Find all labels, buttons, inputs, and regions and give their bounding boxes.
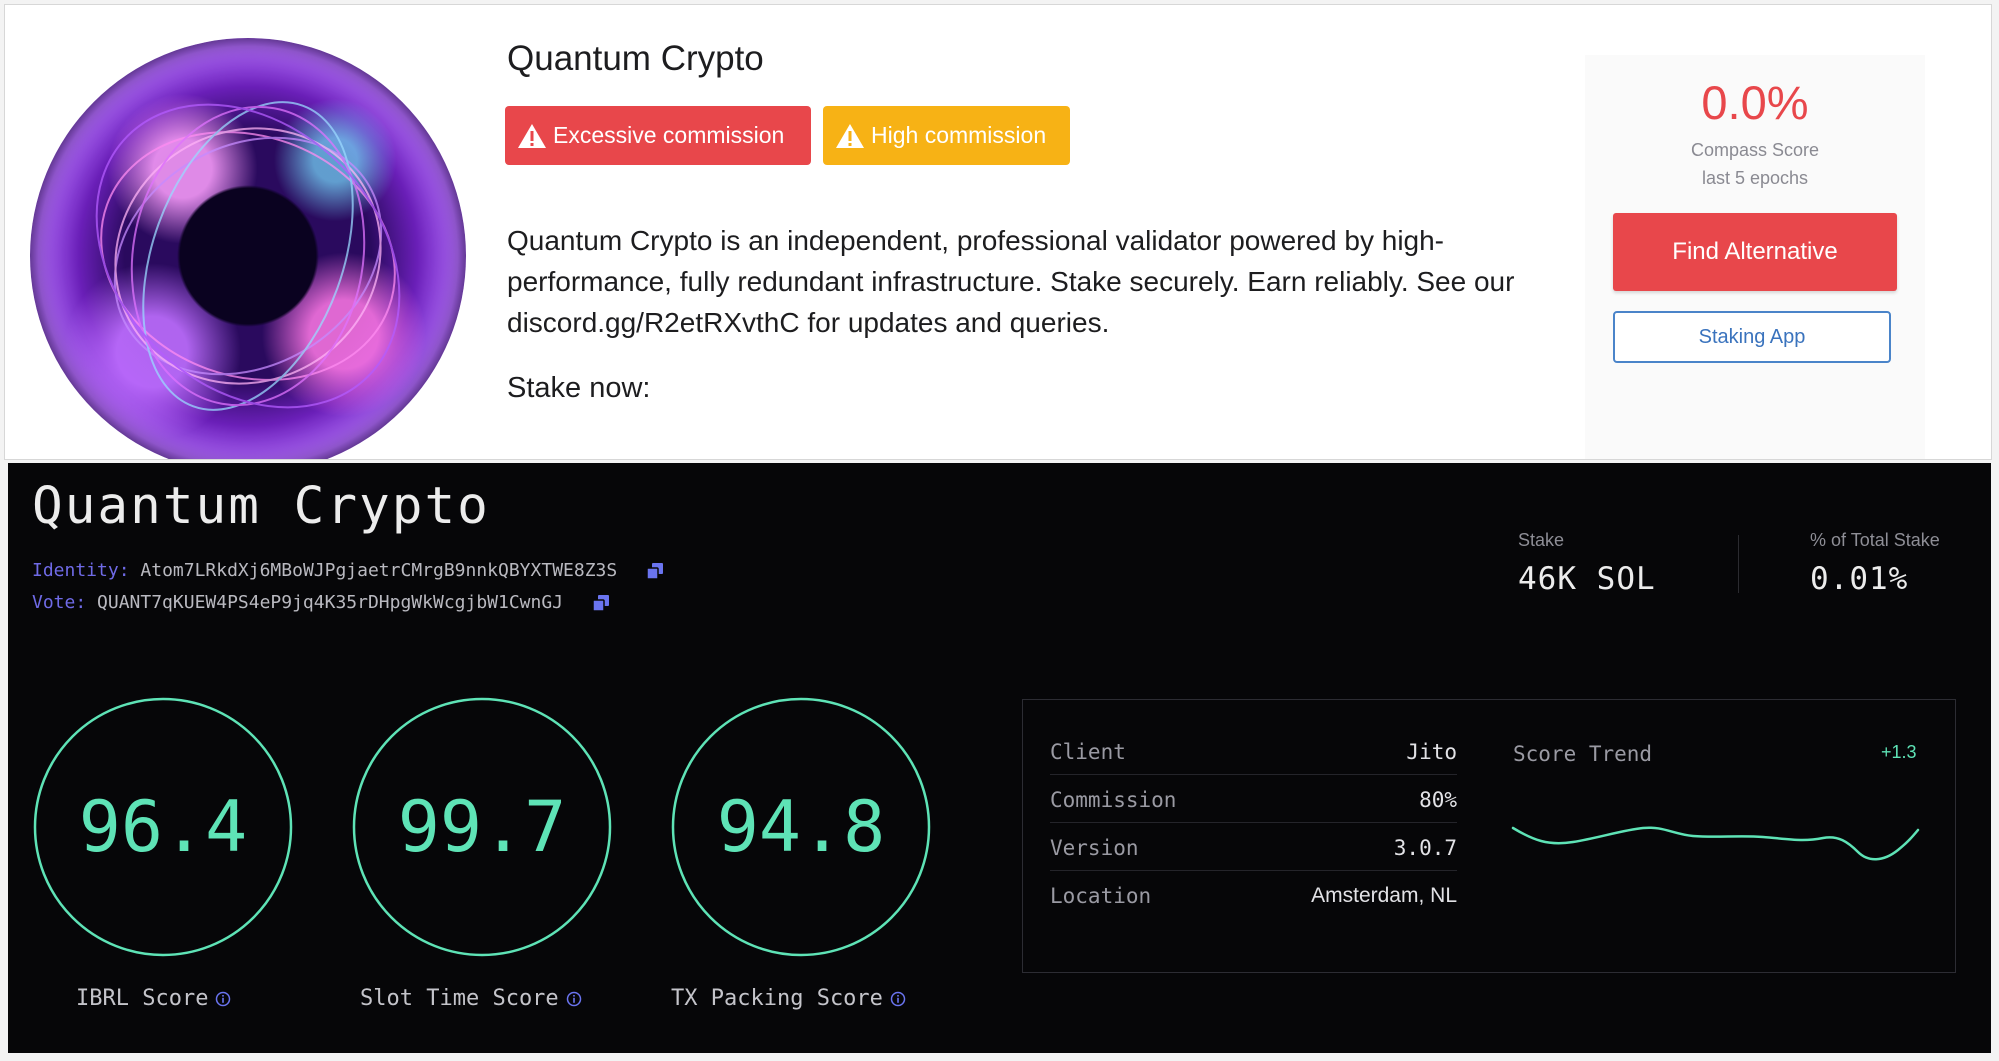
tx-packing-score-gauge: 94.8	[670, 696, 932, 958]
info-icon[interactable]	[566, 991, 582, 1007]
staking-app-button[interactable]: Staking App	[1613, 311, 1891, 363]
detail-row-commission: Commission 80%	[1050, 775, 1457, 823]
find-alternative-button[interactable]: Find Alternative	[1613, 213, 1897, 291]
validator-details-panel: Client Jito Commission 80% Version 3.0.7…	[1022, 699, 1956, 973]
identity-row: Identity: Atom7LRkdXj6MBoWJPgjaetrCMrgB9…	[32, 560, 664, 581]
stake-label: Stake	[1518, 530, 1565, 550]
stake-value: 46K SOL	[1518, 561, 1656, 597]
copy-icon[interactable]	[646, 562, 664, 580]
score-trend-title: Score Trend	[1513, 742, 1653, 766]
vote-row: Vote: QUANT7qKUEW4PS4eP9jq4K35rDHpgWkWcg…	[32, 592, 610, 613]
validator-name-dark: Quantum Crypto	[32, 477, 490, 536]
badge-label: High commission	[871, 122, 1047, 148]
tx-packing-score-value: 94.8	[716, 786, 886, 868]
total-stake-stat: % of Total Stake 0.01%	[1810, 530, 1940, 597]
compass-score-value: 0.0%	[1701, 76, 1809, 129]
ibrl-score-label: IBRL Score	[76, 986, 209, 1011]
detail-value: 3.0.7	[1393, 836, 1457, 860]
score-trend-delta: +1.3	[1881, 742, 1917, 762]
validator-avatar	[30, 38, 466, 459]
ibrl-score-gauge: 96.4	[32, 696, 294, 958]
vote-label: Vote:	[32, 592, 87, 613]
detail-value: Amsterdam, NL	[1311, 884, 1457, 907]
slot-time-score-label-row: Slot Time Score	[360, 986, 582, 1011]
ibrl-score-value: 96.4	[78, 786, 248, 868]
detail-value: Jito	[1406, 740, 1457, 764]
validator-card-light: Quantum Crypto Excessive commission High…	[4, 4, 1992, 460]
stake-now-heading: Stake now:	[507, 372, 651, 404]
validator-card-dark: Quantum Crypto Identity: Atom7LRkdXj6MBo…	[8, 463, 1991, 1053]
info-icon[interactable]	[890, 991, 906, 1007]
detail-row-client: Client Jito	[1050, 727, 1457, 775]
detail-row-location: Location Amsterdam, NL	[1050, 871, 1457, 918]
validator-name: Quantum Crypto	[507, 39, 764, 78]
info-icon[interactable]	[215, 991, 231, 1007]
detail-value: 80%	[1419, 788, 1457, 812]
identity-label: Identity:	[32, 560, 130, 581]
total-stake-value: 0.01%	[1810, 561, 1909, 597]
tx-packing-score-label-row: TX Packing Score	[671, 986, 906, 1011]
detail-row-version: Version 3.0.7	[1050, 823, 1457, 871]
validator-description: Quantum Crypto is an independent, profes…	[507, 225, 1515, 338]
slot-time-score-label: Slot Time Score	[360, 986, 559, 1011]
warning-icon	[518, 123, 546, 148]
slot-time-score-value: 99.7	[397, 786, 567, 868]
score-trend-sparkline	[1511, 826, 1920, 861]
stat-divider	[1738, 535, 1739, 593]
vote-address: QUANT7qKUEW4PS4eP9jq4K35rDHpgWkWcgjbW1Cw…	[97, 592, 564, 613]
compass-score-label: Compass Score	[1690, 140, 1820, 160]
identity-address: Atom7LRkdXj6MBoWJPgjaetrCMrgB9nnkQBYXTWE…	[140, 560, 618, 581]
detail-key: Version	[1050, 836, 1139, 860]
total-stake-label: % of Total Stake	[1810, 530, 1940, 550]
ibrl-score-label-row: IBRL Score	[76, 986, 231, 1011]
slot-time-score-gauge: 99.7	[351, 696, 613, 958]
avatar-swirl-graphic	[95, 101, 401, 411]
high-commission-badge: High commission	[823, 106, 1070, 165]
detail-key: Client	[1050, 740, 1126, 764]
detail-key: Location	[1050, 884, 1152, 908]
excessive-commission-badge: Excessive commission	[505, 106, 811, 165]
stake-stat: Stake 46K SOL	[1518, 530, 1656, 597]
warning-icon	[836, 123, 864, 148]
tx-packing-score-label: TX Packing Score	[671, 986, 883, 1011]
compass-score-period: last 5 epochs	[1701, 168, 1809, 188]
copy-icon[interactable]	[592, 594, 610, 612]
detail-key: Commission	[1050, 788, 1177, 812]
badge-label: Excessive commission	[553, 122, 785, 148]
